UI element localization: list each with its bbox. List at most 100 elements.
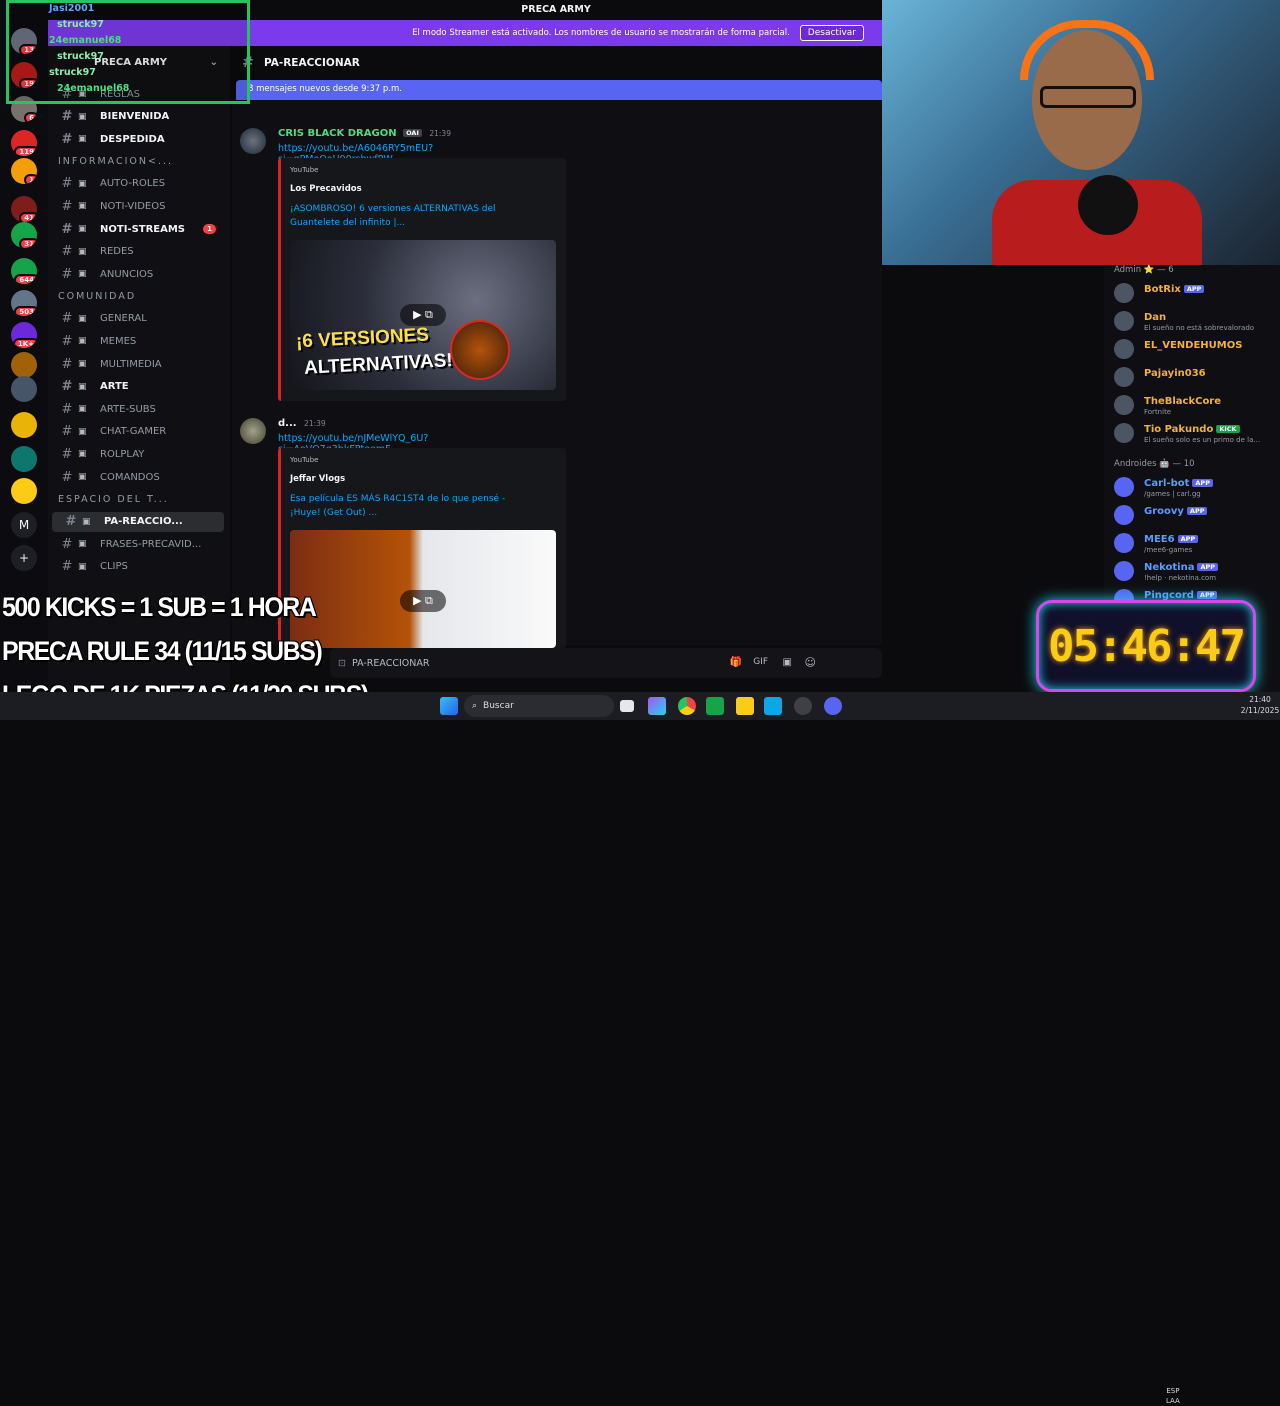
store-icon[interactable] bbox=[764, 697, 782, 715]
member-item[interactable]: BotRix APP bbox=[1114, 281, 1280, 305]
channel-item[interactable]: # ▣ ANUNCIOS bbox=[48, 264, 224, 284]
channel-item[interactable]: # ▣ BIENVENIDA bbox=[48, 107, 224, 127]
member-tag: APP bbox=[1183, 285, 1205, 293]
member-item[interactable]: Carl-bot APP/games | carl.gg bbox=[1114, 475, 1280, 499]
message-input[interactable]: ⊡ PA-REACCIONAR 🎁 GIF ▣ ☺ bbox=[330, 648, 882, 678]
server-icon[interactable]: 41 bbox=[11, 196, 37, 222]
sticker-icon[interactable]: ▣ bbox=[783, 657, 792, 668]
embed-channel[interactable]: Los Precavidos bbox=[290, 184, 362, 194]
search-label: Buscar bbox=[483, 701, 514, 711]
stream-chat-user: 24emanuel68 bbox=[57, 83, 130, 94]
channel-item[interactable]: # ▣ MULTIMEDIA bbox=[48, 354, 224, 374]
channel-name: CLIPS bbox=[100, 561, 128, 573]
channel-item[interactable]: # ▣ MEMES bbox=[48, 331, 224, 351]
member-item[interactable]: TheBlackCore Fortnite bbox=[1114, 393, 1280, 417]
channel-item[interactable]: # ▣ DESPEDIDA bbox=[48, 129, 224, 149]
emoji-icon[interactable]: ☺ bbox=[805, 656, 816, 669]
server-icon[interactable]: M bbox=[11, 512, 37, 538]
channel-item[interactable]: # ▣ ROLPLAY bbox=[48, 444, 224, 464]
server-icon[interactable]: 644 bbox=[11, 258, 37, 284]
gift-icon[interactable]: 🎁 bbox=[730, 657, 742, 668]
new-messages-text: 8 mensajes nuevos desde 9:37 p.m. bbox=[248, 84, 402, 94]
play-icon[interactable]: ▶ ⧉ bbox=[400, 304, 446, 326]
copilot-icon[interactable] bbox=[648, 697, 666, 715]
hash-icon: # bbox=[61, 356, 73, 372]
server-icon[interactable] bbox=[11, 376, 37, 402]
channel-emoji-icon: ▣ bbox=[78, 269, 87, 280]
member-item[interactable]: Groovy APP bbox=[1114, 503, 1280, 527]
channel-item[interactable]: # ▣ COMANDOS bbox=[48, 467, 224, 487]
server-icon[interactable] bbox=[11, 478, 37, 504]
minecraft-icon[interactable] bbox=[706, 697, 724, 715]
chrome-icon[interactable] bbox=[678, 697, 696, 715]
channel-item[interactable]: # ▣ ARTE bbox=[48, 377, 224, 397]
server-icon[interactable] bbox=[11, 352, 37, 378]
member-item[interactable]: Pajayin036 bbox=[1114, 365, 1280, 389]
task-view-icon[interactable] bbox=[620, 700, 634, 712]
language-indicator[interactable]: ESP LAA bbox=[1166, 1386, 1180, 1406]
hash-icon: # bbox=[61, 446, 73, 462]
message-author[interactable]: d... 21:39 bbox=[278, 418, 326, 429]
member-item[interactable]: Dan El sueño no está sobrevalorado bbox=[1114, 309, 1280, 333]
channel-item[interactable]: # ▣ FRASES-PRECAVID... bbox=[48, 534, 224, 554]
channel-name: BIENVENIDA bbox=[100, 111, 170, 123]
avatar[interactable] bbox=[240, 418, 266, 444]
channel-item[interactable]: # ▣ REDES bbox=[48, 242, 224, 262]
server-icon[interactable]: 1K+ bbox=[11, 322, 37, 348]
embed-title[interactable]: Esa película ES MÁS R4C1ST4 de lo que pe… bbox=[290, 492, 530, 520]
new-messages-bar[interactable]: 8 mensajes nuevos desde 9:37 p.m. bbox=[236, 80, 882, 100]
member-item[interactable]: MEE6 APP/mee6-games bbox=[1114, 531, 1280, 555]
message-author[interactable]: CRIS BLACK DRAGON OAI 21:39 bbox=[278, 128, 451, 139]
taskbar-search[interactable]: ⌕ Buscar bbox=[464, 695, 614, 717]
obs-icon[interactable] bbox=[794, 697, 812, 715]
file-explorer-icon[interactable] bbox=[736, 697, 754, 715]
server-icon[interactable]: 31 bbox=[11, 222, 37, 248]
server-badge: 41 bbox=[19, 212, 37, 222]
clock-time: 21:40 bbox=[1249, 695, 1271, 704]
channel-item[interactable]: # ▣ AUTO-ROLES bbox=[48, 174, 224, 194]
streamer-banner-text: El modo Streamer está activado. Los nomb… bbox=[412, 28, 790, 38]
channel-title: PA-REACCIONAR bbox=[264, 57, 360, 69]
embed-channel[interactable]: Jeffar Vlogs bbox=[290, 474, 345, 484]
deactivate-button[interactable]: Desactivar bbox=[799, 25, 864, 41]
server-icon[interactable]: 503 bbox=[11, 290, 37, 316]
member-item[interactable]: EL_VENDEHUMOS bbox=[1114, 337, 1280, 361]
server-badge: 119 bbox=[14, 146, 37, 156]
channel-category[interactable]: ESPACIO DEL T... bbox=[58, 494, 169, 505]
video-thumbnail[interactable]: ¡6 VERSIONES ALTERNATIVAS! ▶ ⧉ bbox=[290, 240, 556, 390]
headphones bbox=[1020, 20, 1154, 80]
channel-emoji-icon: ▣ bbox=[78, 449, 87, 460]
server-icon[interactable]: 119 bbox=[11, 130, 37, 156]
gif-icon[interactable]: GIF bbox=[753, 657, 768, 667]
server-icon[interactable] bbox=[11, 446, 37, 472]
channel-name: REDES bbox=[100, 246, 134, 258]
start-icon[interactable] bbox=[440, 697, 458, 715]
channel-category[interactable]: INFORMACION<... bbox=[58, 156, 173, 167]
server-icon[interactable] bbox=[11, 412, 37, 438]
channel-item[interactable]: # ▣ CHAT-GAMER bbox=[48, 422, 224, 442]
channel-category[interactable]: COMUNIDAD bbox=[58, 291, 136, 302]
channel-item[interactable]: # ▣ GENERAL bbox=[48, 309, 224, 329]
channel-item[interactable]: # ▣ PA-REACCIO... bbox=[52, 511, 224, 532]
channel-item[interactable]: # ▣ ARTE-SUBS bbox=[48, 399, 224, 419]
embed-title[interactable]: ¡ASOMBROSO! 6 versiones ALTERNATIVAS del… bbox=[290, 202, 530, 230]
channel-item[interactable]: # ▣ NOTI-STREAMS 1 bbox=[48, 219, 224, 239]
member-item[interactable]: Tio Pakundo KICK El sueño solo es un primo… bbox=[1114, 421, 1280, 445]
author-tag: OAI bbox=[403, 129, 422, 137]
channel-item[interactable]: # ▣ NOTI-VIDEOS bbox=[48, 196, 224, 216]
channel-emoji-icon: ▣ bbox=[78, 178, 87, 189]
member-item[interactable]: Nekotina APP !help · nekotina.com bbox=[1114, 559, 1280, 583]
channel-item[interactable]: # ▣ CLIPS bbox=[48, 557, 224, 577]
embed-provider[interactable]: YouTube bbox=[290, 456, 318, 464]
message-time: 21:39 bbox=[304, 419, 326, 428]
avatar[interactable] bbox=[240, 128, 266, 154]
hash-icon: # bbox=[61, 424, 73, 440]
play-icon[interactable]: ▶ ⧉ bbox=[400, 590, 446, 612]
member-status: Fortnite bbox=[1144, 408, 1172, 416]
system-clock[interactable]: 21:40 2/11/2025 bbox=[1240, 694, 1280, 716]
discord-icon[interactable] bbox=[824, 697, 842, 715]
server-icon[interactable]: 1 bbox=[11, 158, 37, 184]
stream-chat-user: 24emanuel68 bbox=[49, 35, 122, 46]
add-server-icon[interactable]: + bbox=[11, 545, 37, 571]
embed-provider[interactable]: YouTube bbox=[290, 166, 318, 174]
